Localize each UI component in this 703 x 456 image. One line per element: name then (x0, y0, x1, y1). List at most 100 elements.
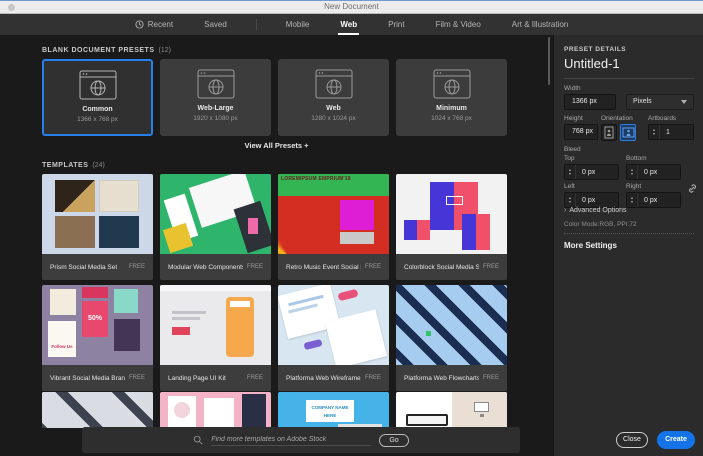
thumbnail-text: 50% (82, 301, 108, 337)
search-icon (193, 435, 203, 445)
preset-name: Web-Large (197, 105, 233, 112)
tab-label: Mobile (286, 20, 310, 29)
template-name: Platforma Web Flowcharts Kit (404, 375, 479, 382)
stepper-arrows[interactable]: ▲▼ (627, 193, 638, 207)
close-button[interactable]: Close (616, 432, 648, 448)
bleed-left-label: Left (564, 183, 575, 190)
template-card[interactable]: 50%Follow Us Vibrant Social Media Brandi… (42, 285, 153, 391)
preset-name: Common (82, 106, 112, 113)
units-select[interactable]: Pixels (626, 94, 694, 110)
height-input[interactable]: 768 px (564, 124, 598, 140)
template-name: Retro Music Event Social Media ... (286, 264, 361, 271)
more-settings-button[interactable]: More Settings (564, 241, 617, 250)
main-content: BLANK DOCUMENT PRESETS (12) Common 1366 x… (0, 35, 553, 456)
web-globe-icon (315, 69, 353, 99)
advanced-options-label: Advanced Options (569, 207, 626, 214)
width-label: Width (564, 85, 581, 92)
tab-label: Art & Illustration (512, 20, 568, 29)
chevron-right-icon: › (564, 207, 566, 214)
window-title: New Document (0, 2, 703, 11)
bleed-top-value: 0 px (576, 169, 595, 176)
tab-label: Recent (148, 20, 173, 29)
template-name: Colorblock Social Media Set (404, 264, 479, 271)
template-card[interactable]: Landing Page UI KitFREE (160, 285, 271, 391)
stepper-arrows[interactable]: ▲▼ (565, 165, 576, 179)
free-badge: FREE (483, 375, 499, 381)
template-card[interactable] (160, 392, 271, 428)
bleed-right-stepper[interactable]: ▲▼ 0 px (626, 192, 681, 208)
artboards-stepper[interactable]: ▲▼ 1 (648, 124, 694, 140)
preset-card-common[interactable]: Common 1366 x 768 px (42, 59, 153, 136)
bleed-left-stepper[interactable]: ▲▼ 0 px (564, 192, 619, 208)
view-all-presets-button[interactable]: View All Presets + (0, 141, 553, 150)
template-thumbnail (278, 285, 389, 365)
free-badge: FREE (483, 264, 499, 270)
web-globe-icon (433, 69, 471, 99)
preset-dims: 1280 x 1024 px (311, 115, 355, 122)
template-card[interactable]: COMPANY NAME HERE (278, 392, 389, 428)
scrollbar[interactable] (548, 37, 550, 85)
width-input[interactable]: 1366 px (564, 94, 616, 110)
template-card[interactable] (396, 392, 507, 428)
bleed-top-stepper[interactable]: ▲▼ 0 px (564, 164, 619, 180)
template-card[interactable]: Modular Web Components SetFREE (160, 174, 271, 280)
template-name: Vibrant Social Media Branding Set (50, 375, 125, 382)
preset-name: Minimum (436, 105, 467, 112)
stepper-arrows[interactable]: ▲▼ (627, 165, 638, 179)
thumbnail-text: COMPANY NAME HERE (306, 400, 354, 422)
divider (564, 233, 694, 234)
tab-mobile[interactable]: Mobile (284, 16, 312, 33)
chevron-down-icon (681, 100, 687, 104)
template-thumbnail (396, 392, 507, 428)
landscape-icon (622, 127, 635, 138)
color-mode-summary: Color Mode:RGB, PPI:72 (564, 221, 637, 228)
templates-section-label: TEMPLATES (42, 162, 88, 169)
template-card[interactable]: LOREMIPSUM EMPRIUM'18 Retro Music Event … (278, 174, 389, 280)
bleed-label: Bleed (564, 146, 581, 153)
orientation-landscape-button[interactable] (620, 124, 636, 141)
presets-section-label: BLANK DOCUMENT PRESETS (42, 47, 155, 54)
stock-search-input[interactable] (211, 435, 371, 446)
template-name: Platforma Web Wireframe Kit (286, 375, 361, 382)
free-badge: FREE (129, 264, 145, 270)
artboards-label: Artboards (648, 115, 676, 122)
template-thumbnail: COMPANY NAME HERE (278, 392, 389, 428)
preset-card-web[interactable]: Web 1280 x 1024 px (278, 59, 389, 136)
free-badge: FREE (129, 375, 145, 381)
template-card[interactable]: Prism Social Media SetFREE (42, 174, 153, 280)
orientation-label: Orientation (601, 115, 633, 122)
tab-label: Web (340, 20, 357, 29)
template-thumbnail: 50%Follow Us (42, 285, 153, 365)
tab-print[interactable]: Print (386, 16, 406, 33)
preset-dims: 1024 x 768 px (431, 115, 472, 122)
stepper-arrows[interactable]: ▲▼ (565, 193, 576, 207)
template-thumbnail: LOREMIPSUM EMPRIUM'18 (278, 174, 389, 254)
template-card[interactable]: Platforma Web Flowcharts Kit FREE (396, 285, 507, 391)
tab-recent[interactable]: Recent (133, 16, 175, 33)
stepper-arrows[interactable]: ▲▼ (649, 125, 660, 139)
document-name-input[interactable]: Untitled-1 (564, 56, 620, 71)
orientation-portrait-button[interactable] (601, 124, 617, 141)
template-card[interactable]: Colorblock Social Media Set FREE (396, 174, 507, 280)
presets-section-count: (12) (159, 47, 171, 54)
bleed-bottom-stepper[interactable]: ▲▼ 0 px (626, 164, 681, 180)
link-bleed-icon[interactable] (687, 183, 698, 194)
template-card[interactable] (42, 392, 153, 428)
templates-section-count: (24) (92, 162, 104, 169)
presets-section-header: BLANK DOCUMENT PRESETS (12) (42, 47, 171, 54)
create-button[interactable]: Create (657, 431, 695, 449)
go-button[interactable]: Go (379, 434, 408, 447)
free-badge: FREE (365, 264, 381, 270)
preset-card-web-large[interactable]: Web-Large 1920 x 1080 px (160, 59, 271, 136)
preset-card-minimum[interactable]: Minimum 1024 x 768 px (396, 59, 507, 136)
preset-name: Web (326, 105, 341, 112)
advanced-options-toggle[interactable]: ›Advanced Options (564, 207, 627, 214)
template-card[interactable]: Platforma Web Wireframe KitFREE (278, 285, 389, 391)
tab-film-video[interactable]: Film & Video (434, 16, 483, 33)
templates-section-header: TEMPLATES (24) (42, 162, 105, 169)
artboards-value: 1 (660, 129, 670, 136)
tab-art-illustration[interactable]: Art & Illustration (510, 16, 570, 33)
tab-saved[interactable]: Saved (202, 16, 229, 33)
tab-web[interactable]: Web (338, 16, 359, 33)
template-thumbnail (160, 285, 271, 365)
